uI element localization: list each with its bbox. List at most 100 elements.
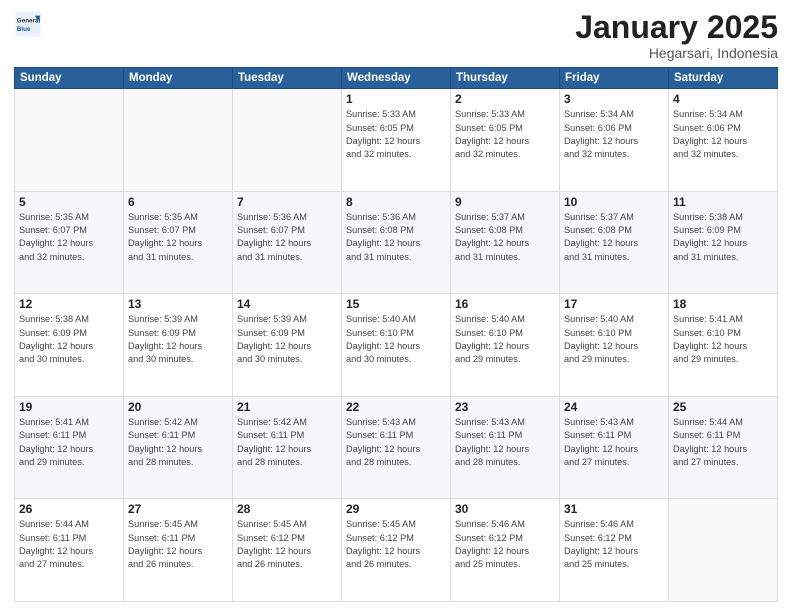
day-number: 1 (346, 92, 446, 106)
day-number: 17 (564, 297, 664, 311)
day-number: 15 (346, 297, 446, 311)
calendar-cell: 9Sunrise: 5:37 AMSunset: 6:08 PMDaylight… (451, 191, 560, 294)
calendar-cell: 7Sunrise: 5:36 AMSunset: 6:07 PMDaylight… (233, 191, 342, 294)
calendar-cell (669, 499, 778, 602)
day-number: 29 (346, 502, 446, 516)
calendar-cell: 24 Sunrise: 5:43 AMSunset: 6:11 PMDayligh… (560, 396, 669, 499)
day-number: 11 (673, 195, 773, 209)
th-wednesday: Wednesday (342, 68, 451, 89)
day-info: Sunrise: 5:40 AMSunset: 6:10 PMDaylight:… (346, 313, 446, 366)
weekday-header-row: Sunday Monday Tuesday Wednesday Thursday… (15, 68, 778, 89)
calendar-cell: 17Sunrise: 5:40 AMSunset: 6:10 PMDayligh… (560, 294, 669, 397)
day-number: 7 (237, 195, 337, 209)
day-number: 19 (19, 400, 119, 414)
day-number: 12 (19, 297, 119, 311)
day-number: 25 (673, 400, 773, 414)
day-info: Sunrise: 5:37 AMSunset: 6:08 PMDaylight:… (564, 211, 664, 264)
calendar-cell: 25 Sunrise: 5:44 AMSunset: 6:11 PMDayligh… (669, 396, 778, 499)
day-info: Sunrise: 5:42 AMSunset: 6:11 PMDaylight:… (237, 416, 337, 469)
day-number: 22 (346, 400, 446, 414)
calendar-cell: 3Sunrise: 5:34 AMSunset: 6:06 PMDaylight… (560, 89, 669, 192)
title-area: January 2025 Hegarsari, Indonesia (575, 10, 778, 61)
calendar-cell: 22 Sunrise: 5:43 AMSunset: 6:11 PMDayligh… (342, 396, 451, 499)
day-number: 14 (237, 297, 337, 311)
calendar-subtitle: Hegarsari, Indonesia (575, 45, 778, 61)
day-info: Sunrise: 5:33 AMSunset: 6:05 PMDaylight:… (346, 108, 446, 161)
logo-icon: General Blue (14, 10, 42, 38)
th-tuesday: Tuesday (233, 68, 342, 89)
calendar-body: 1 Sunrise: 5:33 AMSunset: 6:05 PMDaylight… (15, 89, 778, 602)
calendar-week-row: 5 Sunrise: 5:35 AMSunset: 6:07 PMDaylight… (15, 191, 778, 294)
calendar-cell: 12 Sunrise: 5:38 AMSunset: 6:09 PMDayligh… (15, 294, 124, 397)
calendar-week-row: 26 Sunrise: 5:44 AMSunset: 6:11 PMDayligh… (15, 499, 778, 602)
calendar-cell (233, 89, 342, 192)
calendar-cell: 16 Sunrise: 5:40 AMSunset: 6:10 PMDayligh… (451, 294, 560, 397)
day-number: 4 (673, 92, 773, 106)
day-info: Sunrise: 5:45 AMSunset: 6:12 PMDaylight:… (237, 518, 337, 571)
day-info: Sunrise: 5:36 AMSunset: 6:08 PMDaylight:… (346, 211, 446, 264)
day-number: 23 (455, 400, 555, 414)
th-monday: Monday (124, 68, 233, 89)
calendar-cell: 31Sunrise: 5:46 AMSunset: 6:12 PMDayligh… (560, 499, 669, 602)
calendar-cell: 23Sunrise: 5:43 AMSunset: 6:11 PMDayligh… (451, 396, 560, 499)
calendar-cell: 11 Sunrise: 5:38 AMSunset: 6:09 PMDayligh… (669, 191, 778, 294)
day-info: Sunrise: 5:38 AMSunset: 6:09 PMDaylight:… (19, 313, 119, 366)
day-info: Sunrise: 5:40 AMSunset: 6:10 PMDaylight:… (455, 313, 555, 366)
th-thursday: Thursday (451, 68, 560, 89)
calendar-cell: 21 Sunrise: 5:42 AMSunset: 6:11 PMDayligh… (233, 396, 342, 499)
day-info: Sunrise: 5:41 AMSunset: 6:11 PMDaylight:… (19, 416, 119, 469)
day-number: 20 (128, 400, 228, 414)
day-number: 5 (19, 195, 119, 209)
day-info: Sunrise: 5:44 AMSunset: 6:11 PMDaylight:… (19, 518, 119, 571)
calendar-table: Sunday Monday Tuesday Wednesday Thursday… (14, 67, 778, 602)
day-info: Sunrise: 5:41 AMSunset: 6:10 PMDaylight:… (673, 313, 773, 366)
calendar-cell: 18 Sunrise: 5:41 AMSunset: 6:10 PMDayligh… (669, 294, 778, 397)
calendar-cell (15, 89, 124, 192)
day-number: 31 (564, 502, 664, 516)
calendar-cell: 1 Sunrise: 5:33 AMSunset: 6:05 PMDaylight… (342, 89, 451, 192)
calendar-week-row: 1 Sunrise: 5:33 AMSunset: 6:05 PMDaylight… (15, 89, 778, 192)
day-info: Sunrise: 5:44 AMSunset: 6:11 PMDaylight:… (673, 416, 773, 469)
day-number: 21 (237, 400, 337, 414)
calendar-cell: 30Sunrise: 5:46 AMSunset: 6:12 PMDayligh… (451, 499, 560, 602)
calendar-cell: 20 Sunrise: 5:42 AMSunset: 6:11 PMDayligh… (124, 396, 233, 499)
day-info: Sunrise: 5:39 AMSunset: 6:09 PMDaylight:… (128, 313, 228, 366)
calendar-cell: 14Sunrise: 5:39 AMSunset: 6:09 PMDayligh… (233, 294, 342, 397)
th-saturday: Saturday (669, 68, 778, 89)
day-info: Sunrise: 5:45 AMSunset: 6:11 PMDaylight:… (128, 518, 228, 571)
day-info: Sunrise: 5:38 AMSunset: 6:09 PMDaylight:… (673, 211, 773, 264)
day-number: 13 (128, 297, 228, 311)
day-info: Sunrise: 5:46 AMSunset: 6:12 PMDaylight:… (455, 518, 555, 571)
day-number: 24 (564, 400, 664, 414)
day-number: 18 (673, 297, 773, 311)
svg-text:Blue: Blue (17, 26, 31, 33)
calendar-cell: 6 Sunrise: 5:35 AMSunset: 6:07 PMDaylight… (124, 191, 233, 294)
calendar-cell: 15 Sunrise: 5:40 AMSunset: 6:10 PMDayligh… (342, 294, 451, 397)
day-info: Sunrise: 5:33 AMSunset: 6:05 PMDaylight:… (455, 108, 555, 161)
calendar-cell: 4 Sunrise: 5:34 AMSunset: 6:06 PMDaylight… (669, 89, 778, 192)
header: General Blue January 2025 Hegarsari, Ind… (14, 10, 778, 61)
day-number: 26 (19, 502, 119, 516)
day-info: Sunrise: 5:35 AMSunset: 6:07 PMDaylight:… (128, 211, 228, 264)
calendar-cell: 10 Sunrise: 5:37 AMSunset: 6:08 PMDayligh… (560, 191, 669, 294)
th-friday: Friday (560, 68, 669, 89)
day-number: 10 (564, 195, 664, 209)
page: General Blue January 2025 Hegarsari, Ind… (0, 0, 792, 612)
calendar-cell: 29Sunrise: 5:45 AMSunset: 6:12 PMDayligh… (342, 499, 451, 602)
calendar-cell: 26 Sunrise: 5:44 AMSunset: 6:11 PMDayligh… (15, 499, 124, 602)
day-number: 6 (128, 195, 228, 209)
day-number: 8 (346, 195, 446, 209)
day-info: Sunrise: 5:43 AMSunset: 6:11 PMDaylight:… (346, 416, 446, 469)
day-info: Sunrise: 5:43 AMSunset: 6:11 PMDaylight:… (564, 416, 664, 469)
calendar-week-row: 19 Sunrise: 5:41 AMSunset: 6:11 PMDayligh… (15, 396, 778, 499)
day-info: Sunrise: 5:34 AMSunset: 6:06 PMDaylight:… (564, 108, 664, 161)
day-info: Sunrise: 5:42 AMSunset: 6:11 PMDaylight:… (128, 416, 228, 469)
day-number: 28 (237, 502, 337, 516)
day-info: Sunrise: 5:37 AMSunset: 6:08 PMDaylight:… (455, 211, 555, 264)
calendar-cell: 19 Sunrise: 5:41 AMSunset: 6:11 PMDayligh… (15, 396, 124, 499)
day-info: Sunrise: 5:34 AMSunset: 6:06 PMDaylight:… (673, 108, 773, 161)
calendar-cell: 2Sunrise: 5:33 AMSunset: 6:05 PMDaylight… (451, 89, 560, 192)
calendar-cell: 28 Sunrise: 5:45 AMSunset: 6:12 PMDayligh… (233, 499, 342, 602)
day-number: 16 (455, 297, 555, 311)
day-number: 27 (128, 502, 228, 516)
